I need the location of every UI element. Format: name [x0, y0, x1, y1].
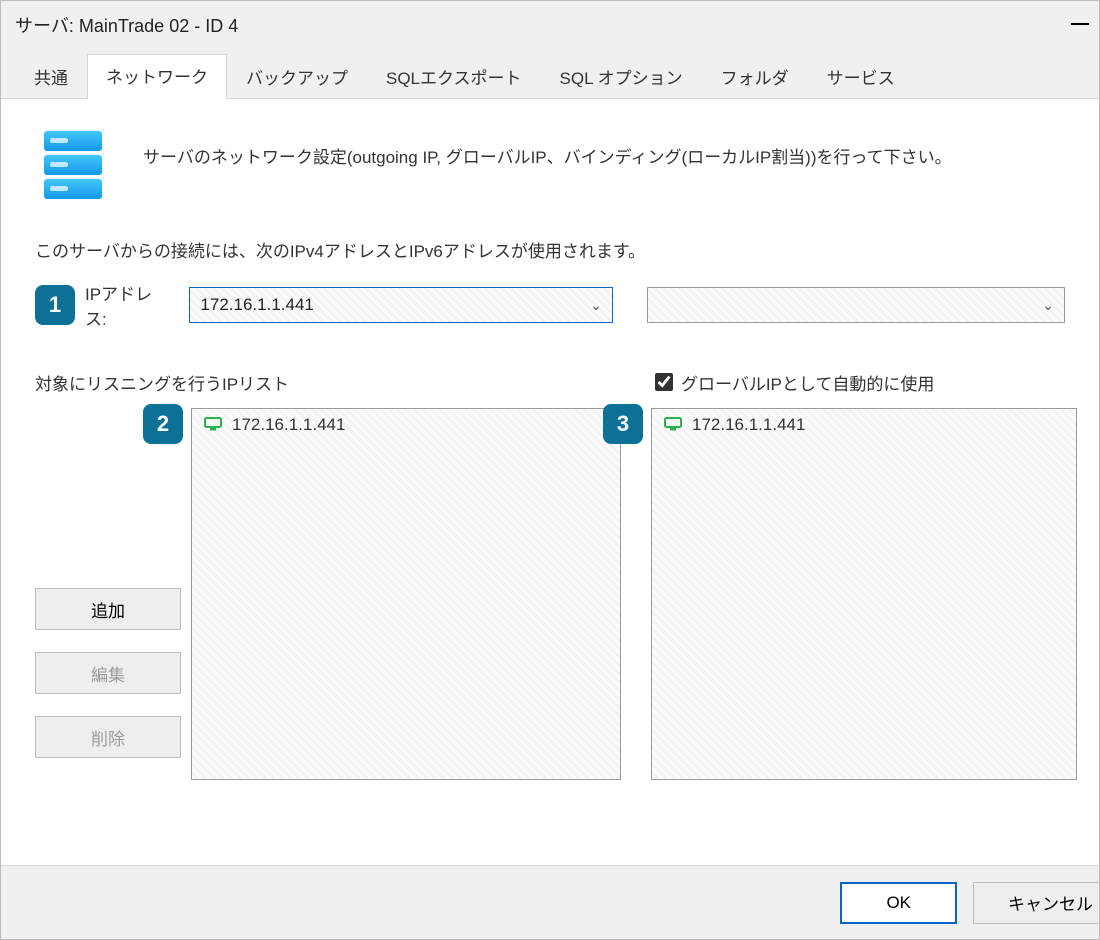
server-stack-icon — [35, 123, 111, 213]
step-badge-1: 1 — [35, 285, 75, 325]
add-button[interactable]: 追加 — [35, 588, 181, 630]
server-settings-window: サーバ: MainTrade 02 - ID 4 共通ネットワークバックアップS… — [0, 0, 1100, 940]
list-item[interactable]: 172.16.1.1.441 — [192, 409, 620, 441]
tab-5[interactable]: フォルダ — [702, 55, 808, 99]
listening-ip-list-header: 対象にリスニングを行うIPリスト — [35, 370, 633, 394]
titlebar: サーバ: MainTrade 02 - ID 4 — [1, 1, 1099, 49]
ip-address-combo-1-value: 172.16.1.1.441 — [200, 295, 313, 315]
network-adapter-icon — [204, 416, 222, 434]
ip-address-label: IPアドレス: — [85, 280, 173, 330]
tab-0[interactable]: 共通 — [15, 55, 87, 99]
ip-address-combo-2[interactable]: ⌄ — [647, 287, 1065, 323]
ok-button[interactable]: OK — [840, 882, 957, 924]
tab-2[interactable]: バックアップ — [227, 55, 367, 99]
list-item-ip: 172.16.1.1.441 — [692, 415, 805, 435]
list-item[interactable]: 172.16.1.1.441 — [652, 409, 1076, 441]
tab-strip: 共通ネットワークバックアップSQLエクスポートSQL オプションフォルダサービス — [1, 49, 1099, 99]
intro-text: サーバのネットワーク設定(outgoing IP, グローバルIP、バインディン… — [143, 123, 952, 168]
tab-4[interactable]: SQL オプション — [541, 55, 702, 99]
window-title: サーバ: MainTrade 02 - ID 4 — [15, 12, 238, 38]
global-ip-listbox[interactable]: 172.16.1.1.441 — [651, 408, 1077, 780]
network-adapter-icon — [664, 416, 682, 434]
dialog-footer: OK キャンセル — [1, 865, 1099, 939]
tab-content-network: サーバのネットワーク設定(outgoing IP, グローバルIP、バインディン… — [1, 99, 1099, 865]
list-item-ip: 172.16.1.1.441 — [232, 415, 345, 435]
cancel-button[interactable]: キャンセル — [973, 882, 1099, 924]
delete-button[interactable]: 削除 — [35, 716, 181, 758]
tab-1[interactable]: ネットワーク — [87, 54, 227, 99]
auto-use-global-ip-label: グローバルIPとして自動的に使用 — [681, 370, 934, 395]
auto-use-global-ip-checkbox[interactable] — [655, 373, 673, 391]
step-badge-2: 2 — [143, 404, 183, 444]
edit-button[interactable]: 編集 — [35, 652, 181, 694]
minimize-icon[interactable] — [1071, 23, 1089, 25]
connection-description: このサーバからの接続には、次のIPv4アドレスとIPv6アドレスが使用されます。 — [35, 237, 1065, 262]
step-badge-3: 3 — [603, 404, 643, 444]
ip-address-combo-1[interactable]: 172.16.1.1.441 ⌄ — [189, 287, 612, 323]
chevron-down-icon: ⌄ — [1042, 297, 1054, 314]
chevron-down-icon: ⌄ — [590, 297, 602, 314]
tab-6[interactable]: サービス — [808, 55, 914, 99]
listening-ip-listbox[interactable]: 172.16.1.1.441 — [191, 408, 621, 780]
tab-3[interactable]: SQLエクスポート — [367, 55, 541, 99]
